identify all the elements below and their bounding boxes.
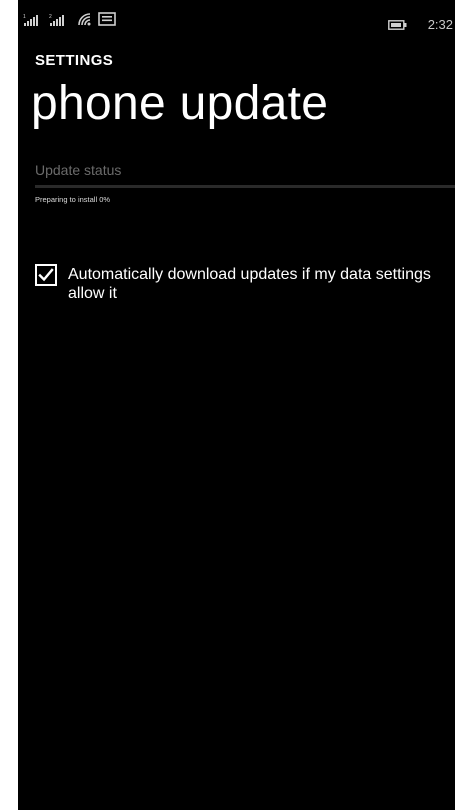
wifi-icon: [77, 12, 93, 31]
svg-text:1: 1: [23, 14, 26, 20]
status-bar: 1 2 2:32: [18, 0, 455, 34]
signal-strength-1-icon: 1: [23, 13, 43, 31]
battery-icon: [388, 17, 408, 35]
auto-download-checkbox[interactable]: [35, 264, 57, 286]
svg-text:2: 2: [49, 14, 52, 20]
update-status-label: Update status: [35, 162, 122, 178]
auto-download-label: Automatically download updates if my dat…: [68, 266, 431, 302]
status-time: 2:32: [427, 17, 453, 32]
update-progress-bar: [35, 185, 455, 188]
update-progress-text: Preparing to install 0%: [35, 195, 111, 204]
message-icon: [98, 12, 116, 31]
page-title: phone update: [31, 77, 329, 130]
phone-screen: 1 2 2:32 SETTINGS phone update Update st…: [18, 0, 455, 810]
signal-strength-2-icon: 2: [49, 13, 69, 31]
checkmark-icon: [38, 268, 54, 282]
settings-section-label: SETTINGS: [35, 52, 114, 69]
